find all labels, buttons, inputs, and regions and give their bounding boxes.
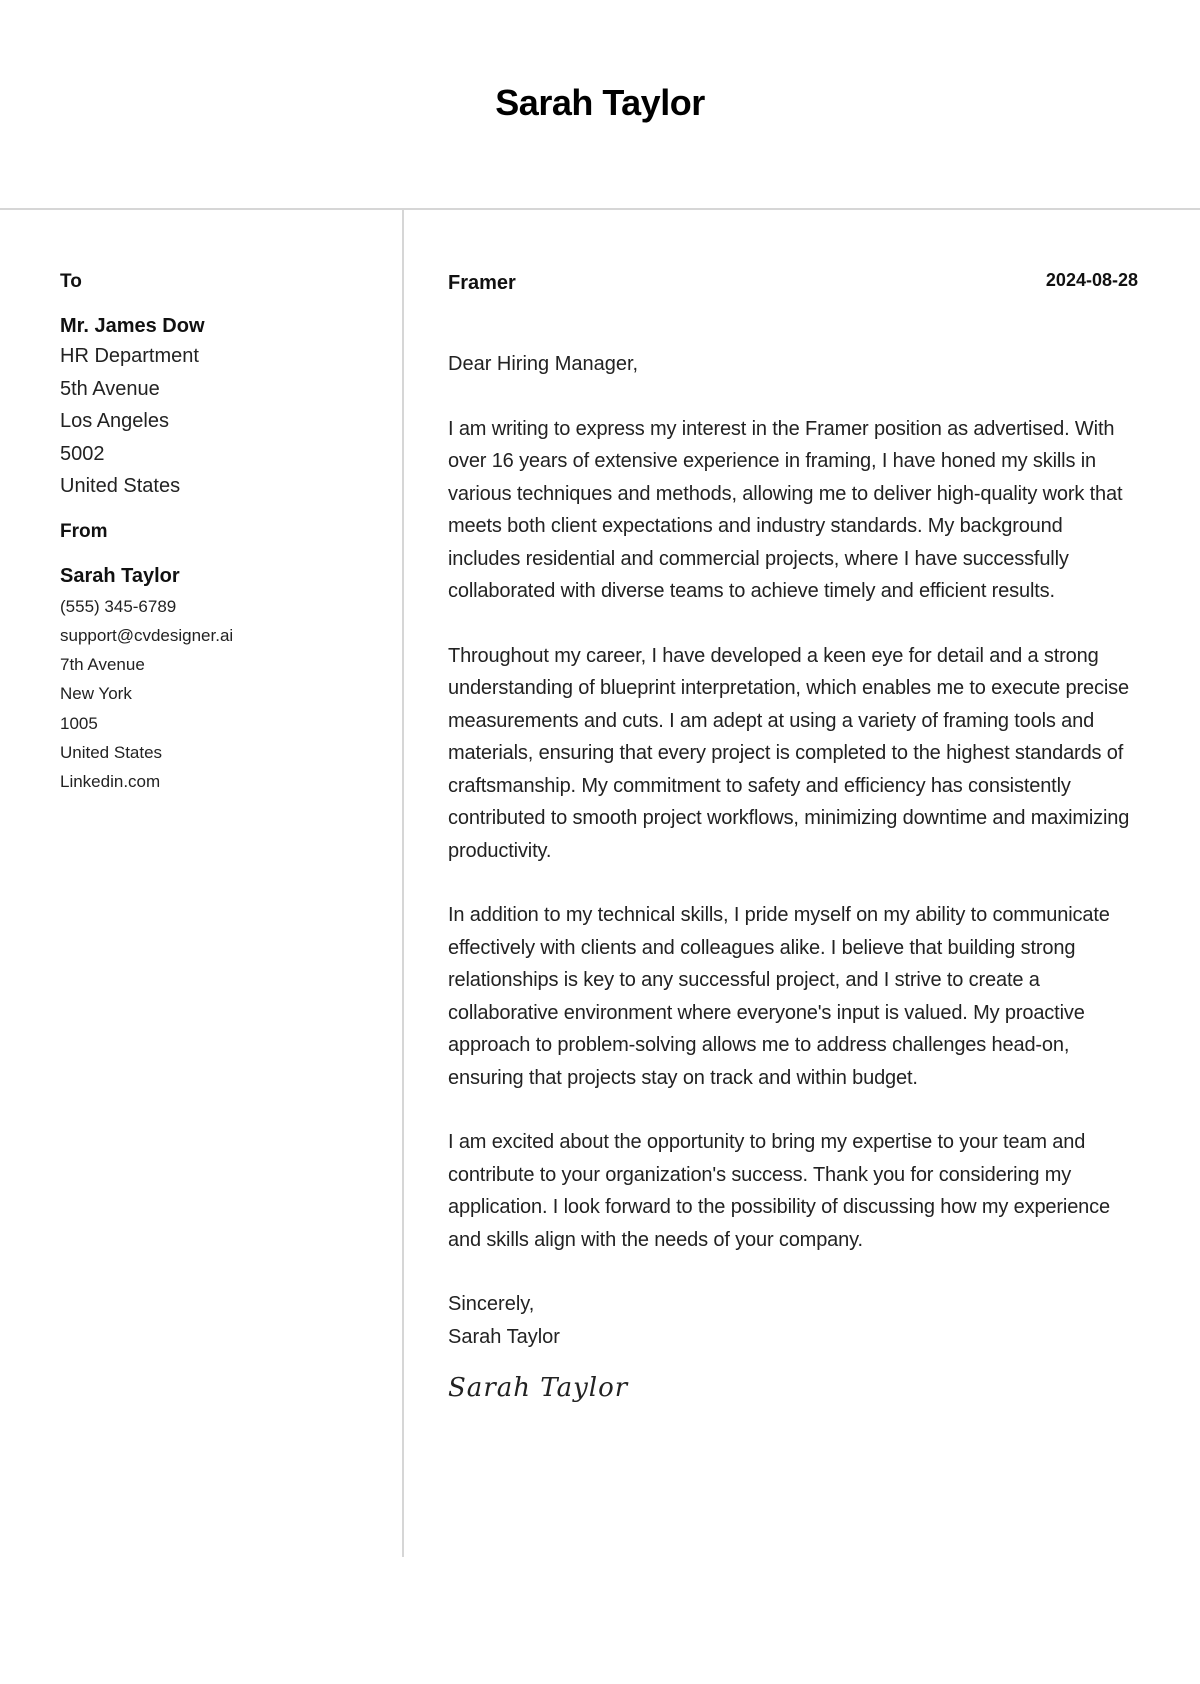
closing-name: Sarah Taylor <box>448 1325 560 1348</box>
recipient-city: Los Angeles <box>60 410 169 432</box>
recipient-address: HR Department 5th Avenue Los Angeles 500… <box>60 340 380 503</box>
sender-name: Sarah Taylor <box>60 564 180 587</box>
sender-phone[interactable]: (555) 345-6789 <box>60 592 380 621</box>
applicant-name-heading: Sarah Taylor <box>495 82 705 123</box>
letter-date: 2024-08-28 <box>1045 270 1138 290</box>
recipient-department: HR Department <box>60 345 199 367</box>
sender-city: New York <box>60 684 132 704</box>
recipient-country: United States <box>60 475 181 497</box>
sender-country: United States <box>60 742 163 762</box>
paragraph-communication: In addition to my technical skills, I pr… <box>448 904 1110 1089</box>
paragraph-closing: I am excited about the opportunity to br… <box>448 1131 1110 1251</box>
letter-meta: Framer 2024-08-28 <box>448 270 1138 300</box>
recipient-street: 5th Avenue <box>60 377 160 400</box>
signature: Sarah Taylor <box>448 1373 629 1403</box>
letter-header: Sarah Taylor <box>0 0 1200 210</box>
closing-salutation: Sincerely, <box>448 1293 535 1315</box>
paragraph-experience: Throughout my career, I have developed a… <box>448 644 1130 862</box>
closing-block: Sincerely, Sarah Taylor <box>448 1288 1138 1353</box>
sender-website-link[interactable]: Linkedin.com <box>60 767 380 796</box>
column-divider <box>402 210 404 1557</box>
sender-street: 7th Avenue <box>60 655 145 675</box>
paragraph-intro: I am writing to express my interest in t… <box>448 417 1123 603</box>
recipient-zip: 5002 <box>60 442 105 465</box>
job-title: Framer <box>448 272 516 294</box>
sender-contact: (555) 345-6789 support@cvdesigner.ai 7th… <box>60 592 380 797</box>
to-label: To <box>60 271 82 292</box>
sender-zip: 1005 <box>60 713 98 733</box>
sender-email[interactable]: support@cvdesigner.ai <box>60 621 380 650</box>
from-label: From <box>60 520 108 542</box>
recipient-name: Mr. James Dow <box>60 315 205 337</box>
sidebar: To Mr. James Dow HR Department 5th Avenu… <box>60 270 380 797</box>
letter-body: Framer 2024-08-28 Dear Hiring Manager, I… <box>448 270 1138 1403</box>
greeting: Dear Hiring Manager, <box>448 353 639 375</box>
